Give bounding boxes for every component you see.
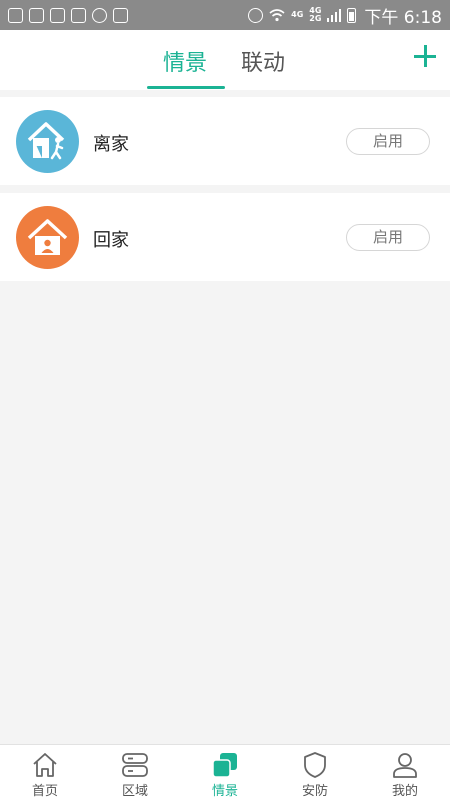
tab-scene[interactable]: 情景: [163, 45, 207, 90]
nav-label: 安防: [301, 784, 328, 799]
scene-name: 回家: [93, 230, 129, 251]
image-notification-icon: [8, 7, 23, 23]
paw-notification-icon: [29, 7, 44, 23]
status-time: 下午 6:18: [364, 7, 442, 28]
nav-item-scene[interactable]: 情景: [180, 745, 270, 800]
power-notification-icon: [92, 7, 107, 23]
nav-label: 我的: [391, 784, 418, 799]
app-notification-icon: [113, 7, 128, 23]
nav-label: 区域: [121, 784, 148, 799]
active-tab-indicator: [147, 86, 225, 89]
wifi-icon: [269, 9, 285, 22]
nav-item-mine[interactable]: 我的: [360, 745, 450, 800]
leave-home-icon: [16, 110, 79, 173]
scene-item-return-home[interactable]: 回家 启用: [0, 193, 450, 281]
tab-linkage[interactable]: 联动: [241, 45, 285, 90]
nav-item-home[interactable]: 首页: [0, 745, 90, 800]
scene-icon: [212, 753, 237, 778]
battery-icon: [347, 7, 357, 23]
nav-item-security[interactable]: 安防: [270, 745, 360, 800]
nav-item-area[interactable]: 区域: [90, 745, 180, 800]
bottom-nav: 首页 区域 情景 安防 我的: [0, 744, 450, 800]
file-notification-icon: [50, 7, 65, 23]
scene-name: 离家: [93, 134, 129, 155]
alarm-icon: [248, 7, 264, 23]
area-icon: [122, 753, 148, 777]
paw-notification-icon-2: [71, 7, 86, 23]
home-icon: [33, 753, 57, 777]
nav-label: 情景: [211, 784, 238, 799]
plus-icon[interactable]: [412, 43, 438, 69]
signal-icon: [327, 9, 342, 22]
return-home-icon: [16, 206, 79, 269]
status-indicators: 4G 4G 2G 下午 6:18: [248, 3, 442, 28]
enable-button[interactable]: 启用: [346, 224, 430, 251]
scene-item-leave-home[interactable]: 离家 启用: [0, 97, 450, 185]
status-notifications: [8, 7, 128, 23]
top-tab-bar: 情景 联动: [0, 30, 450, 90]
user-icon: [393, 753, 417, 778]
enable-button[interactable]: 启用: [346, 128, 430, 155]
shield-icon: [304, 752, 326, 778]
status-bar: 4G 4G 2G 下午 6:18: [0, 0, 450, 30]
network-type-secondary: 4G 2G: [309, 6, 322, 23]
nav-label: 首页: [31, 784, 58, 799]
network-type-primary: 4G: [291, 10, 304, 19]
